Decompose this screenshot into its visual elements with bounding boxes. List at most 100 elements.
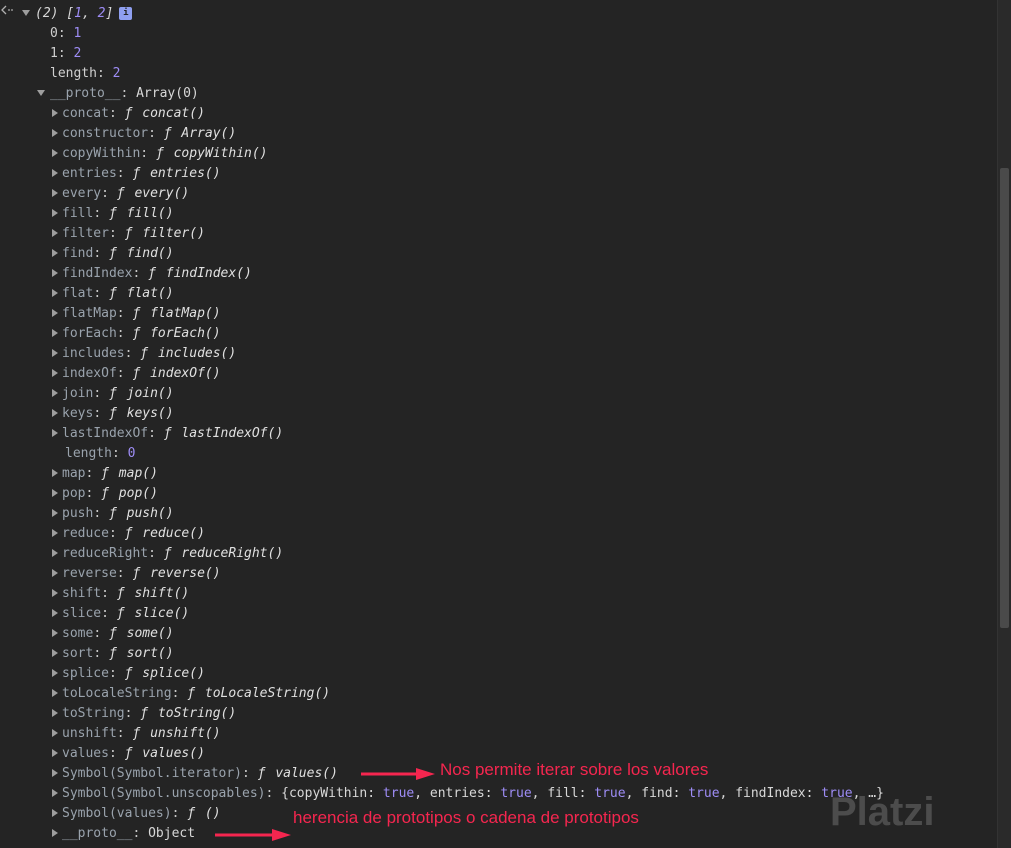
function-glyph: ƒ: [108, 246, 125, 261]
expand-triangle-right-icon[interactable]: [52, 508, 58, 517]
expand-triangle-right-icon[interactable]: [52, 648, 58, 657]
method-row[interactable]: values: ƒ values(): [52, 744, 205, 764]
function-name: toString(): [157, 706, 237, 721]
method-row[interactable]: every: ƒ every(): [52, 184, 189, 204]
function-name: copyWithin(): [173, 146, 268, 161]
expand-triangle-right-icon[interactable]: [52, 668, 58, 677]
method-row[interactable]: constructor: ƒ Array(): [52, 124, 236, 144]
colon: :: [116, 166, 133, 181]
expand-triangle-right-icon[interactable]: [52, 208, 58, 217]
method-row[interactable]: indexOf: ƒ indexOf(): [52, 364, 221, 384]
expand-triangle-right-icon[interactable]: [52, 148, 58, 157]
expand-triangle-right-icon[interactable]: [52, 568, 58, 577]
colon: :: [132, 266, 149, 281]
object-value: true: [500, 786, 532, 801]
method-row[interactable]: findIndex: ƒ findIndex(): [52, 264, 252, 284]
expand-triangle-right-icon[interactable]: [52, 708, 58, 717]
method-row[interactable]: reduce: ƒ reduce(): [52, 524, 205, 544]
method-row[interactable]: reduceRight: ƒ reduceRight(): [52, 544, 283, 564]
method-row[interactable]: flatMap: ƒ flatMap(): [52, 304, 221, 324]
expand-triangle-right-icon[interactable]: [52, 108, 58, 117]
method-row[interactable]: entries: ƒ entries(): [52, 164, 221, 184]
method-row[interactable]: toString: ƒ toString(): [52, 704, 236, 724]
method-row[interactable]: unshift: ƒ unshift(): [52, 724, 221, 744]
property-key: shift: [62, 586, 102, 601]
expand-triangle-right-icon[interactable]: [52, 228, 58, 237]
expand-triangle-right-icon[interactable]: [52, 368, 58, 377]
method-row[interactable]: concat: ƒ concat(): [52, 104, 205, 124]
expand-triangle-right-icon[interactable]: [52, 328, 58, 337]
expand-triangle-right-icon[interactable]: [52, 528, 58, 537]
method-row[interactable]: copyWithin: ƒ copyWithin(): [52, 144, 268, 164]
method-row[interactable]: toLocaleString: ƒ toLocaleString(): [52, 684, 330, 704]
method-row[interactable]: slice: ƒ slice(): [52, 604, 189, 624]
expand-triangle-right-icon[interactable]: [52, 808, 58, 817]
expand-triangle-down-icon[interactable]: [37, 89, 45, 96]
scrollbar-thumb[interactable]: [1000, 168, 1009, 628]
expand-triangle-right-icon[interactable]: [52, 748, 58, 757]
expand-triangle-right-icon[interactable]: [52, 268, 58, 277]
expand-triangle-right-icon[interactable]: [52, 388, 58, 397]
info-badge-icon[interactable]: i: [119, 7, 133, 20]
symbol-values-row[interactable]: Symbol(values): ƒ (): [52, 804, 221, 824]
method-row[interactable]: push: ƒ push(): [52, 504, 174, 524]
method-row[interactable]: fill: ƒ fill(): [52, 204, 174, 224]
method-row[interactable]: reverse: ƒ reverse(): [52, 564, 221, 584]
method-row[interactable]: pop: ƒ pop(): [52, 484, 158, 504]
expand-triangle-right-icon[interactable]: [52, 588, 58, 597]
expand-triangle-right-icon[interactable]: [52, 348, 58, 357]
expand-triangle-right-icon[interactable]: [52, 248, 58, 257]
array-summary-text: (2) [1, 2]: [35, 6, 114, 21]
expand-triangle-right-icon[interactable]: [52, 128, 58, 137]
method-row[interactable]: map: ƒ map(): [52, 464, 158, 484]
expand-triangle-down-icon[interactable]: [22, 9, 30, 16]
function-glyph: ƒ: [132, 306, 149, 321]
object-proto-row[interactable]: __proto__: Object: [52, 824, 195, 844]
property-value: 1: [73, 26, 82, 41]
symbol-iterator-row[interactable]: Symbol(Symbol.iterator): ƒ values(): [52, 764, 338, 784]
function-name: keys(): [126, 406, 174, 421]
method-row[interactable]: lastIndexOf: ƒ lastIndexOf(): [52, 424, 283, 444]
method-row[interactable]: shift: ƒ shift(): [52, 584, 189, 604]
colon: :: [124, 706, 141, 721]
expand-triangle-right-icon[interactable]: [52, 768, 58, 777]
proto-row[interactable]: __proto__: Array(0): [37, 84, 199, 104]
expand-triangle-right-icon[interactable]: [52, 408, 58, 417]
method-row[interactable]: keys: ƒ keys(): [52, 404, 174, 424]
method-row[interactable]: splice: ƒ splice(): [52, 664, 205, 684]
method-row[interactable]: flat: ƒ flat(): [52, 284, 174, 304]
property-key: keys: [62, 406, 94, 421]
expand-triangle-right-icon[interactable]: [52, 468, 58, 477]
expand-triangle-right-icon[interactable]: [52, 548, 58, 557]
property-key: lastIndexOf: [62, 426, 149, 441]
array-item-row: 1: 2: [50, 44, 81, 64]
function-name: every(): [134, 186, 190, 201]
method-row[interactable]: some: ƒ some(): [52, 624, 174, 644]
symbol-unscopables-row[interactable]: Symbol(Symbol.unscopables): {copyWithin:…: [52, 784, 884, 804]
expand-triangle-right-icon[interactable]: [52, 288, 58, 297]
method-row[interactable]: filter: ƒ filter(): [52, 224, 205, 244]
expand-triangle-right-icon[interactable]: [52, 488, 58, 497]
expand-triangle-right-icon[interactable]: [52, 608, 58, 617]
expand-triangle-right-icon[interactable]: [52, 688, 58, 697]
console-scrollbar[interactable]: [997, 0, 1011, 848]
method-row[interactable]: includes: ƒ includes(): [52, 344, 236, 364]
expand-triangle-right-icon[interactable]: [52, 168, 58, 177]
function-glyph: ƒ: [108, 406, 125, 421]
array-summary-row[interactable]: (2) [1, 2] i: [22, 4, 133, 24]
expand-triangle-right-icon[interactable]: [52, 188, 58, 197]
method-row[interactable]: find: ƒ find(): [52, 244, 174, 264]
method-row[interactable]: sort: ƒ sort(): [52, 644, 174, 664]
function-glyph: ƒ: [108, 386, 125, 401]
method-row[interactable]: join: ƒ join(): [52, 384, 174, 404]
expand-triangle-right-icon[interactable]: [52, 828, 58, 837]
colon: :: [805, 786, 822, 801]
expand-triangle-right-icon[interactable]: [52, 628, 58, 637]
method-row[interactable]: forEach: ƒ forEach(): [52, 324, 221, 344]
function-name: map(): [118, 466, 158, 481]
expand-triangle-right-icon[interactable]: [52, 308, 58, 317]
expand-triangle-right-icon[interactable]: [52, 428, 58, 437]
colon: :: [578, 786, 595, 801]
expand-triangle-right-icon[interactable]: [52, 788, 58, 797]
expand-triangle-right-icon[interactable]: [52, 728, 58, 737]
